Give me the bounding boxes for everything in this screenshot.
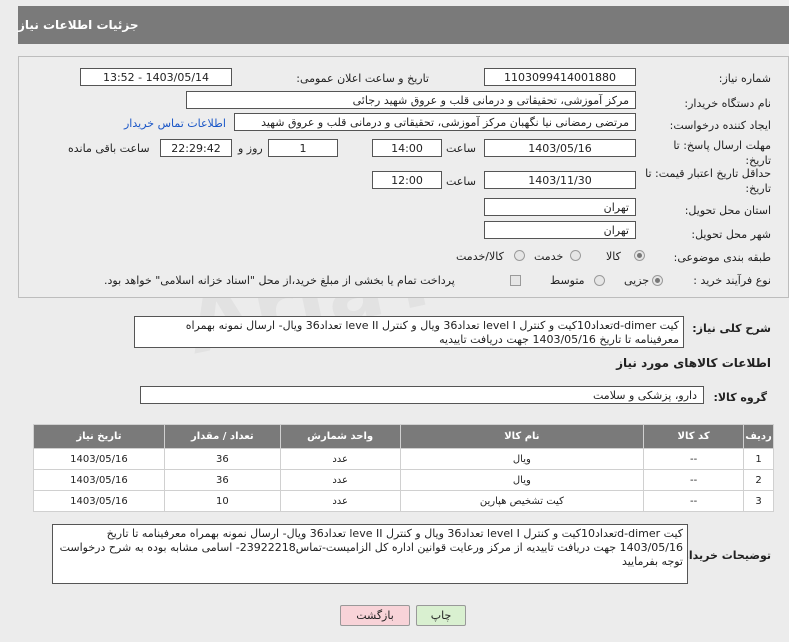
goods-table-header: ردیف کد کالا نام کالا واحد شمارش تعداد /… bbox=[33, 424, 774, 449]
cell-name: ویال bbox=[399, 469, 645, 491]
cell-unit: عدد bbox=[279, 469, 401, 491]
category-both-radio[interactable] bbox=[514, 250, 525, 261]
need-number-label: شماره نیاز: bbox=[718, 72, 771, 85]
col-qty: تعداد / مقدار bbox=[163, 424, 281, 449]
category-service-radio[interactable] bbox=[570, 250, 581, 261]
cell-code: -- bbox=[643, 448, 745, 470]
need-number-field: 1103099414001880 bbox=[484, 68, 636, 86]
cell-date: 1403/05/16 bbox=[33, 490, 165, 512]
process-partial-label: جزیی bbox=[624, 274, 650, 287]
summary-label: شرح کلی نیاز: bbox=[692, 322, 771, 335]
price-time-field: 12:00 bbox=[372, 171, 442, 189]
cell-qty: 36 bbox=[163, 469, 281, 491]
days-label: روز و bbox=[238, 142, 263, 155]
page-title: جزئیات اطلاعات نیاز bbox=[18, 18, 139, 32]
col-code: کد کالا bbox=[643, 424, 745, 449]
creator-label: ایجاد کننده درخواست: bbox=[669, 119, 771, 132]
treasury-payment-checkbox[interactable] bbox=[510, 275, 521, 286]
announce-field: 1403/05/14 - 13:52 bbox=[80, 68, 232, 86]
goods-group-label: گروه کالا: bbox=[713, 391, 767, 404]
remaining-time-label: ساعت باقی مانده bbox=[68, 142, 150, 155]
province-field: تهران bbox=[484, 198, 636, 216]
goods-table: ردیف کد کالا نام کالا واحد شمارش تعداد /… bbox=[33, 424, 774, 512]
cell-qty: 36 bbox=[163, 448, 281, 470]
cell-date: 1403/05/16 bbox=[33, 469, 165, 491]
back-button[interactable]: بازگشت bbox=[340, 605, 410, 626]
price-validity-label: حداقل تاریخ اعتبار قیمت: تا تاریخ: bbox=[645, 167, 771, 195]
print-button[interactable]: چاپ bbox=[416, 605, 466, 626]
table-row: 1 -- ویال عدد 36 1403/05/16 bbox=[33, 448, 774, 470]
buyer-label: نام دستگاه خریدار: bbox=[684, 97, 771, 110]
cell-name: ویال bbox=[399, 448, 645, 470]
col-row: ردیف bbox=[743, 424, 774, 449]
process-medium-label: متوسط bbox=[550, 274, 585, 287]
cell-row: 2 bbox=[743, 469, 774, 491]
process-medium-radio[interactable] bbox=[594, 275, 605, 286]
reply-time-field: 14:00 bbox=[372, 139, 442, 157]
cell-code: -- bbox=[643, 469, 745, 491]
page-header: جزئیات اطلاعات نیاز bbox=[18, 6, 789, 44]
buyer-field: مرکز آموزشی، تحقیقاتی و درمانی قلب و عرو… bbox=[186, 91, 636, 109]
category-label: طبقه بندی موضوعی: bbox=[673, 251, 771, 264]
cell-date: 1403/05/16 bbox=[33, 448, 165, 470]
buyer-notes-label: توضیحات خریدار: bbox=[678, 549, 771, 562]
process-label: نوع فرآیند خرید : bbox=[693, 274, 771, 287]
table-row: 2 -- ویال عدد 36 1403/05/16 bbox=[33, 469, 774, 491]
price-date-field: 1403/11/30 bbox=[484, 171, 636, 189]
category-service-label: خدمت bbox=[534, 250, 564, 263]
goods-section-title: اطلاعات کالاهای مورد نیاز bbox=[616, 356, 771, 370]
city-label: شهر محل تحویل: bbox=[691, 228, 771, 241]
city-field: تهران bbox=[484, 221, 636, 239]
table-row: 3 -- کیت تشخیص هپارین عدد 10 1403/05/16 bbox=[33, 490, 774, 512]
cell-row: 3 bbox=[743, 490, 774, 512]
category-both-label: کالا/خدمت bbox=[456, 250, 504, 263]
goods-group-field: دارو، پزشکی و سلامت bbox=[140, 386, 704, 404]
cell-name: کیت تشخیص هپارین bbox=[399, 490, 645, 512]
announce-label: تاریخ و ساعت اعلان عمومی: bbox=[296, 72, 429, 85]
cell-qty: 10 bbox=[163, 490, 281, 512]
cell-unit: عدد bbox=[279, 490, 401, 512]
remaining-time-field: 22:29:42 bbox=[160, 139, 232, 157]
summary-textarea: کیت d-dimerتعداد10کیت و کنترل level I تع… bbox=[134, 316, 684, 348]
cell-unit: عدد bbox=[279, 448, 401, 470]
price-time-label: ساعت bbox=[446, 175, 476, 188]
reply-time-label: ساعت bbox=[446, 142, 476, 155]
days-remaining-field: 1 bbox=[268, 139, 338, 157]
col-unit: واحد شمارش bbox=[279, 424, 401, 449]
reply-deadline-label: مهلت ارسال پاسخ: تا تاریخ: bbox=[673, 139, 771, 167]
creator-field: مرتضی رمضانی نیا نگهبان مرکز آموزشی، تحق… bbox=[234, 113, 636, 131]
buyer-notes-textarea: کیت d-dimerتعداد10کیت و کنترل level I تع… bbox=[52, 524, 688, 584]
col-name: نام کالا bbox=[399, 424, 645, 449]
col-date: تاریخ نیاز bbox=[33, 424, 165, 449]
category-goods-label: کالا bbox=[606, 250, 621, 263]
treasury-payment-note: پرداخت تمام یا بخشی از مبلغ خرید،از محل … bbox=[104, 274, 455, 287]
process-partial-radio[interactable] bbox=[652, 275, 663, 286]
reply-date-field: 1403/05/16 bbox=[484, 139, 636, 157]
cell-row: 1 bbox=[743, 448, 774, 470]
province-label: استان محل تحویل: bbox=[684, 204, 771, 217]
contact-info-link[interactable]: اطلاعات تماس خریدار bbox=[124, 117, 226, 130]
cell-code: -- bbox=[643, 490, 745, 512]
category-goods-radio[interactable] bbox=[634, 250, 645, 261]
